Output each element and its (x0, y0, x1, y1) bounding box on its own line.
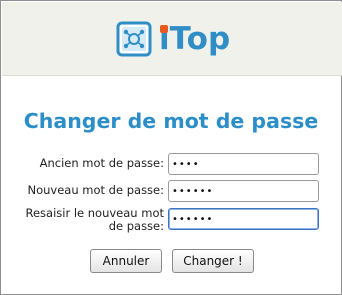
old-password-label: Ancien mot de passe: (39, 156, 164, 170)
itop-logo: iTop (115, 16, 230, 62)
itop-logo-icon (116, 21, 152, 57)
logo-letter-i: i (159, 23, 170, 55)
cancel-button[interactable]: Annuler (90, 249, 162, 273)
itop-logo-text: iTop (159, 20, 231, 57)
header-bar: iTop (2, 2, 342, 76)
page-title: Changer de mot de passe (23, 109, 319, 133)
logo-rest-text: Top (169, 20, 231, 57)
old-password-field[interactable] (168, 153, 319, 175)
logo-dot (160, 24, 168, 33)
login-window: iTop Changer de mot de passe Ancien mot … (0, 0, 342, 295)
new-password-field[interactable] (168, 180, 319, 202)
confirm-password-field[interactable] (168, 208, 319, 230)
confirm-password-label: Resaisir le nouveau mot de passe: (25, 207, 164, 233)
change-password-button[interactable]: Changer ! (172, 249, 254, 273)
confirm-password-label-line2: de passe: (108, 219, 164, 233)
new-password-label: Nouveau mot de passe: (27, 183, 164, 197)
